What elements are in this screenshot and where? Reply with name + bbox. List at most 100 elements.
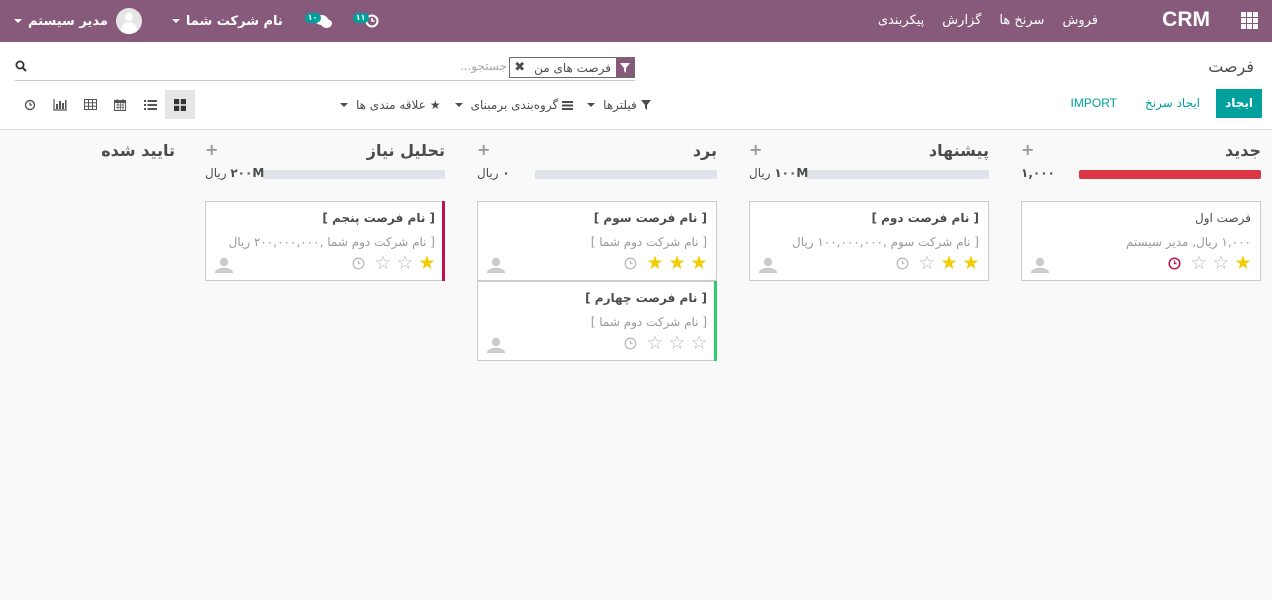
- star-icon[interactable]: ★: [644, 253, 666, 273]
- filters-label: فیلترها: [603, 98, 637, 112]
- kanban-column-qualification: تحلیل نیاز + ۲۰۰M ریال [ نام فرصت پنجم ]…: [205, 131, 445, 281]
- chevron-down-icon: [340, 103, 348, 107]
- pivot-view-icon[interactable]: [75, 90, 105, 119]
- column-title[interactable]: تحلیل نیاز: [367, 141, 445, 160]
- column-progress-bar[interactable]: [1079, 170, 1261, 179]
- filter-icon: [616, 58, 634, 77]
- card-title: [ نام فرصت پنجم ]: [322, 211, 435, 225]
- kanban-card[interactable]: فرصت اول ۱,۰۰۰ ریال, مدیر سیستم ★ ☆ ☆: [1021, 201, 1261, 281]
- control-panel: فرصت فرصت های من ✖ ایجاد ایجاد سرنخ IMPO…: [0, 43, 1272, 130]
- column-title[interactable]: تایید شده: [101, 141, 175, 160]
- sum-unit: ریال: [749, 166, 771, 180]
- kanban-column-new: جدید + ۱,۰۰۰ فرصت اول ۱,۰۰۰ ریال, مدیر س…: [1021, 131, 1261, 281]
- star-icon[interactable]: ★: [416, 253, 438, 273]
- chevron-down-icon: [171, 19, 180, 23]
- sum-unit: ریال: [477, 166, 499, 180]
- priority-stars: ★ ★ ☆: [916, 253, 982, 273]
- filter-icon: [640, 100, 651, 110]
- column-quick-add-button[interactable]: +: [749, 140, 762, 159]
- list-view-icon[interactable]: [135, 90, 165, 119]
- quick-create-lead-button[interactable]: ایجاد سرنخ: [1145, 96, 1200, 110]
- activity-clock-icon[interactable]: [1168, 257, 1181, 270]
- star-icon[interactable]: ☆: [644, 333, 666, 353]
- apps-menu-icon[interactable]: [1241, 12, 1258, 29]
- kanban-card[interactable]: [ نام فرصت سوم ] [ نام شرکت دوم شما ] ★ …: [477, 201, 717, 281]
- search-icon[interactable]: [15, 60, 27, 72]
- column-progress-bar[interactable]: [807, 170, 989, 179]
- company-name: نام شرکت شما: [185, 13, 283, 29]
- activity-clock-icon[interactable]: [624, 337, 637, 350]
- column-sum: ۲۰۰M ریال: [205, 166, 264, 180]
- activity-clock-icon[interactable]: [352, 257, 365, 270]
- kanban-card[interactable]: [ نام فرصت دوم ] [ نام شرکت سوم ,۱۰۰,۰۰۰…: [749, 201, 989, 281]
- company-switcher[interactable]: نام شرکت شما: [170, 14, 283, 29]
- star-icon[interactable]: ★: [938, 253, 960, 273]
- create-button[interactable]: ایجاد: [1216, 89, 1262, 118]
- activity-view-icon[interactable]: [15, 90, 45, 119]
- sum-unit: ریال: [205, 166, 227, 180]
- star-icon[interactable]: ☆: [1188, 253, 1210, 273]
- search-input[interactable]: [307, 59, 507, 73]
- menu-item-leads[interactable]: سرنخ ها: [990, 0, 1053, 42]
- column-quick-add-button[interactable]: +: [205, 140, 218, 159]
- sum-value: ۱۰۰M: [774, 166, 809, 180]
- calendar-view-icon[interactable]: [105, 90, 135, 119]
- kanban-column-confirmed: تایید شده: [60, 131, 175, 171]
- menu-item-sales[interactable]: فروش: [1053, 0, 1107, 42]
- kanban-column-proposal: پیشنهاد + ۱۰۰M ریال [ نام فرصت دوم ] [ ن…: [749, 131, 989, 281]
- activity-clock-icon[interactable]: [896, 257, 909, 270]
- menu-item-configuration[interactable]: پیکربندی: [869, 0, 933, 42]
- card-title: [ نام فرصت چهارم ]: [585, 291, 707, 305]
- graph-view-icon[interactable]: [45, 90, 75, 119]
- facet-label: فرصت های من: [534, 60, 611, 75]
- column-title[interactable]: پیشنهاد: [929, 141, 989, 160]
- menu-item-reporting[interactable]: گزارش: [933, 0, 990, 42]
- card-title: [ نام فرصت سوم ]: [593, 211, 707, 225]
- card-title: فرصت اول: [1195, 211, 1251, 225]
- star-icon[interactable]: ☆: [666, 333, 688, 353]
- messages-badge: ۱۰: [304, 13, 321, 23]
- close-icon[interactable]: ✖: [510, 58, 529, 77]
- star-icon[interactable]: ★: [1232, 253, 1254, 273]
- column-title[interactable]: جدید: [1225, 141, 1261, 160]
- column-quick-add-button[interactable]: +: [1021, 140, 1034, 159]
- card-description: [ نام شرکت دوم شما ]: [590, 235, 707, 249]
- star-icon: ★: [429, 98, 441, 112]
- star-icon[interactable]: ☆: [916, 253, 938, 273]
- breadcrumb: فرصت: [1208, 57, 1254, 76]
- messages-icon[interactable]: ۱۰: [304, 11, 332, 31]
- chevron-down-icon: [14, 19, 22, 23]
- user-menu[interactable]: مدیر سیستم: [12, 8, 142, 34]
- sum-value: ۱,۰۰۰: [1021, 166, 1055, 180]
- activities-icon[interactable]: ۱۱: [352, 11, 379, 31]
- filters-dropdown[interactable]: فیلترها: [587, 96, 651, 114]
- star-icon[interactable]: ☆: [394, 253, 416, 273]
- star-icon[interactable]: ☆: [688, 333, 710, 353]
- card-title: [ نام فرصت دوم ]: [871, 211, 979, 225]
- card-color-accent: [442, 201, 445, 281]
- search-bar: فرصت های من ✖: [15, 55, 635, 81]
- favorites-dropdown[interactable]: ★ علاقه مندی ها: [340, 96, 441, 114]
- group-by-dropdown[interactable]: گروه‌بندی برمبنای: [454, 96, 574, 114]
- kanban-card[interactable]: [ نام فرصت چهارم ] [ نام شرکت دوم شما ] …: [477, 281, 717, 361]
- star-icon[interactable]: ★: [666, 253, 688, 273]
- user-avatar-icon: [1031, 257, 1049, 273]
- column-progress-bar[interactable]: [263, 170, 445, 179]
- star-icon[interactable]: ★: [688, 253, 710, 273]
- column-progress-bar[interactable]: [535, 170, 717, 179]
- sum-value: ۰: [502, 166, 510, 180]
- column-title[interactable]: برد: [693, 141, 717, 160]
- chevron-down-icon: [587, 103, 596, 107]
- star-icon[interactable]: ☆: [1210, 253, 1232, 273]
- activity-clock-icon[interactable]: [624, 257, 637, 270]
- avatar: [115, 8, 142, 34]
- import-button[interactable]: IMPORT: [1071, 96, 1117, 110]
- column-sum: ۰ ریال: [477, 166, 510, 180]
- star-icon[interactable]: ★: [960, 253, 982, 273]
- app-brand[interactable]: CRM: [1162, 8, 1210, 32]
- star-icon[interactable]: ☆: [372, 253, 394, 273]
- top-navbar: CRM فروش سرنخ ها گزارش پیکربندی مدیر سیس…: [0, 0, 1272, 42]
- column-quick-add-button[interactable]: +: [477, 140, 490, 159]
- kanban-view-icon[interactable]: [165, 90, 195, 119]
- kanban-card[interactable]: [ نام فرصت پنجم ] [ نام شرکت دوم شما ,۲۰…: [205, 201, 445, 281]
